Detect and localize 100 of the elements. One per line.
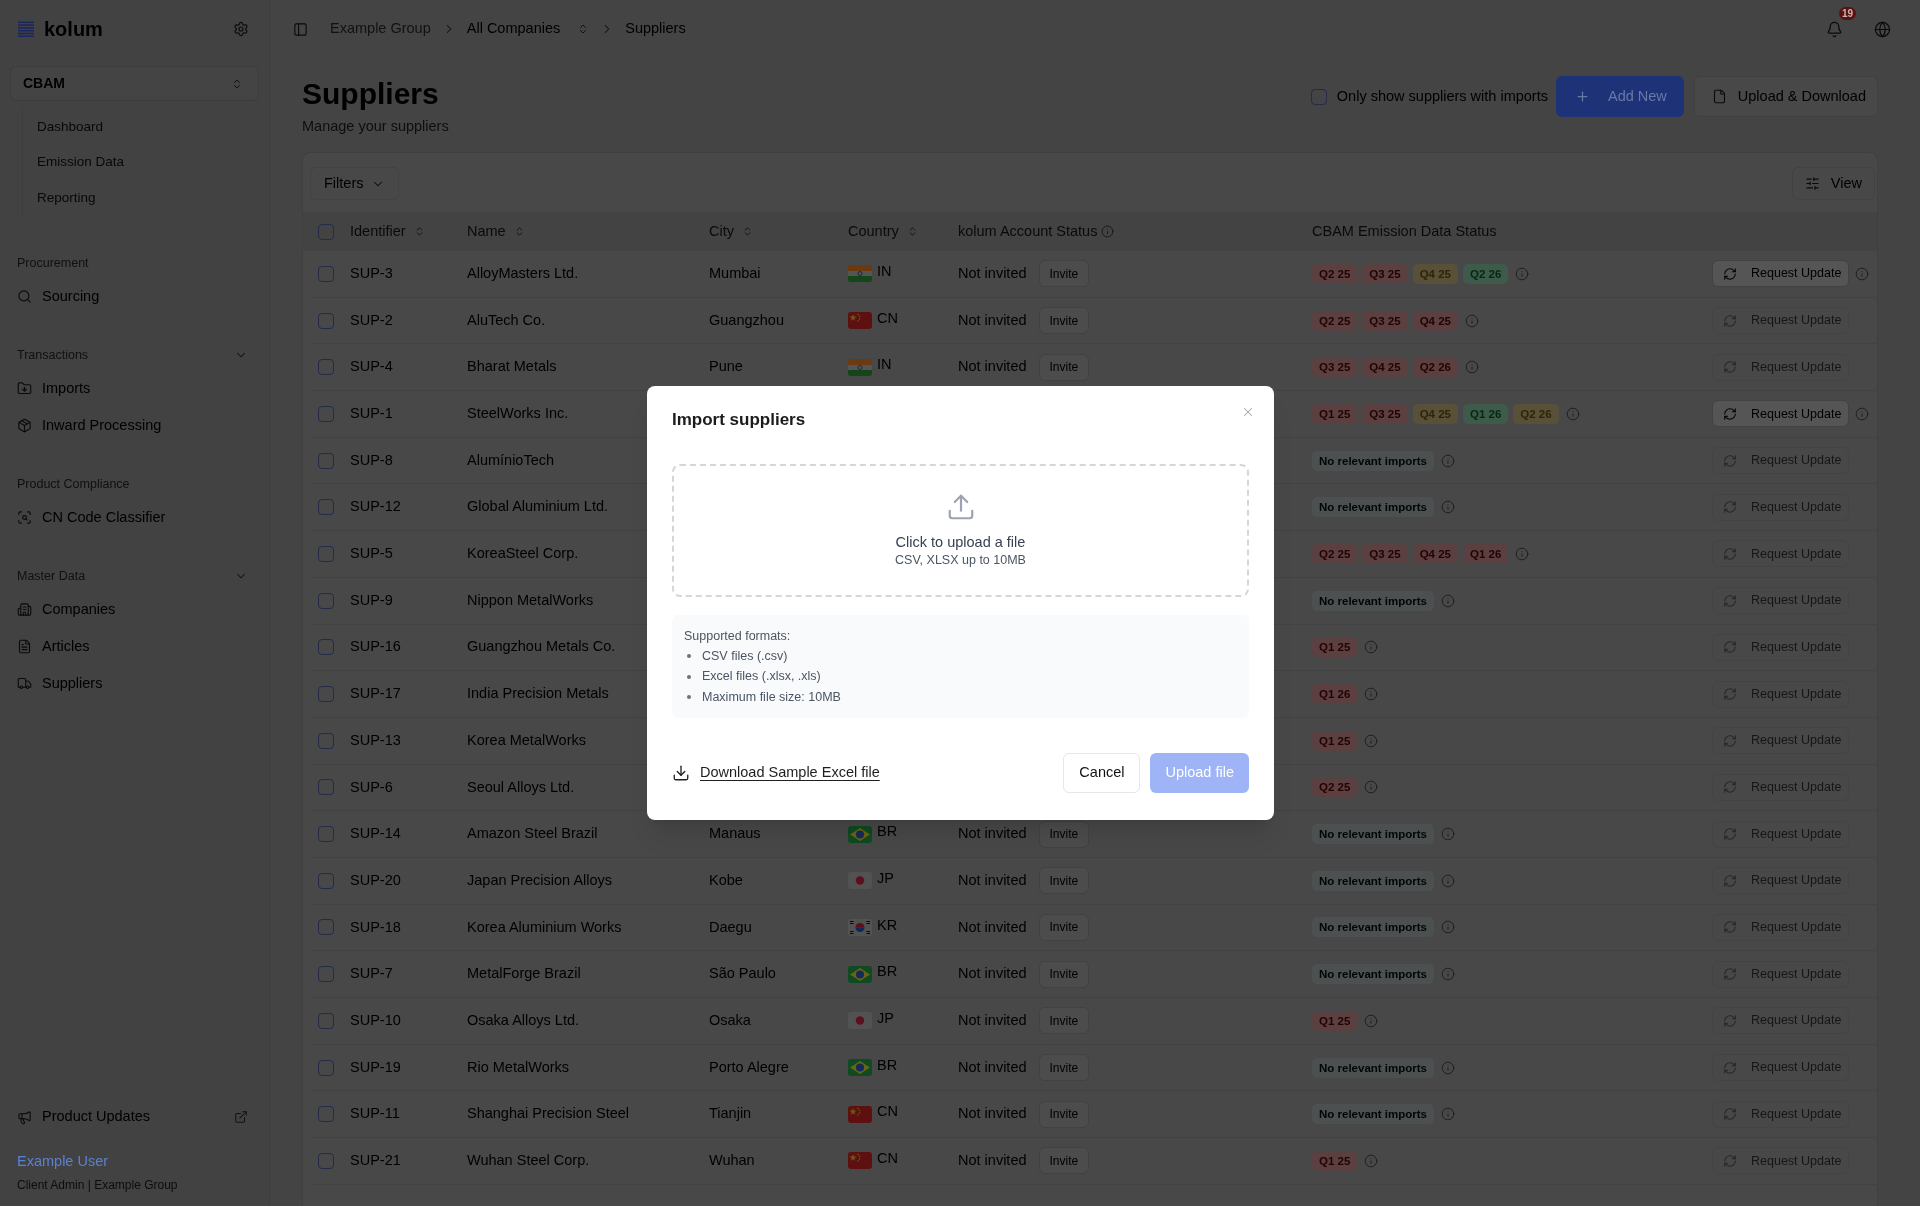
info-icon[interactable] (1441, 827, 1455, 842)
globe-icon[interactable] (1874, 20, 1891, 38)
info-icon[interactable] (1441, 1107, 1455, 1122)
info-icon[interactable] (1364, 1153, 1379, 1168)
identifier-cell-text: SUP-3 (350, 263, 393, 283)
nav-item[interactable]: Companies (10, 598, 116, 621)
row-checkbox[interactable] (318, 686, 334, 703)
row-checkbox[interactable] (318, 1106, 334, 1123)
info-icon[interactable] (1441, 593, 1455, 608)
row-checkbox[interactable] (318, 359, 334, 376)
status-badge: No relevant imports (1312, 1104, 1434, 1125)
upload-dropzone[interactable]: Click to upload a file CSV, XLSX up to 10MB (672, 464, 1249, 597)
row-checkbox[interactable] (318, 826, 334, 843)
refresh-icon (1723, 453, 1737, 468)
info-icon[interactable] (1364, 1013, 1379, 1028)
row-checkbox[interactable] (318, 499, 334, 516)
info-icon[interactable] (1364, 640, 1379, 655)
row-checkbox[interactable] (318, 592, 334, 609)
info-icon[interactable] (1465, 360, 1479, 375)
invite-button[interactable]: Invite (1038, 913, 1090, 941)
filters-button[interactable]: Filters (310, 167, 400, 200)
info-icon[interactable] (1515, 266, 1530, 281)
column-header[interactable]: Identifier (350, 220, 425, 243)
column-header[interactable]: Name (467, 220, 525, 243)
nav-item[interactable]: Suppliers (10, 672, 103, 695)
upload-download-button[interactable]: Upload & Download (1693, 76, 1878, 117)
invite-button[interactable]: Invite (1038, 960, 1090, 988)
view-button[interactable]: View (1791, 167, 1875, 200)
scan-icon (17, 510, 32, 525)
nav-item[interactable]: CN Code Classifier (10, 506, 166, 529)
module-nav-item[interactable]: Emission Data (37, 152, 125, 173)
column-header[interactable]: Country (848, 220, 918, 243)
row-checkbox[interactable] (318, 966, 334, 983)
nav-item[interactable]: Inward Processing (10, 414, 162, 437)
row-checkbox[interactable] (318, 405, 334, 422)
row-checkbox[interactable] (318, 545, 334, 562)
user-name[interactable]: Example User (17, 1151, 109, 1171)
invite-button[interactable]: Invite (1038, 1147, 1090, 1175)
row-checkbox[interactable] (318, 872, 334, 889)
request-update-button[interactable]: Request Update (1712, 260, 1850, 288)
close-icon[interactable] (1241, 405, 1255, 419)
module-nav-item[interactable]: Reporting (37, 187, 96, 208)
nav-item[interactable]: Imports (10, 377, 91, 400)
row-checkbox[interactable] (318, 452, 334, 469)
info-icon[interactable] (1441, 920, 1455, 935)
info-icon[interactable] (1855, 266, 1870, 281)
row-checkbox[interactable] (318, 1012, 334, 1029)
info-icon[interactable] (1565, 406, 1580, 421)
row-checkbox[interactable] (318, 312, 334, 329)
plus-icon (1575, 89, 1590, 104)
info-icon[interactable] (1441, 967, 1455, 982)
invite-button[interactable]: Invite (1038, 1100, 1090, 1128)
settings-icon[interactable] (233, 21, 249, 37)
info-icon[interactable] (1101, 225, 1115, 238)
row-checkbox[interactable] (318, 732, 334, 749)
account-status: Not invited (958, 263, 1027, 283)
invite-button[interactable]: Invite (1038, 867, 1090, 895)
info-icon[interactable] (1441, 873, 1455, 888)
module-select[interactable]: CBAM (10, 66, 259, 101)
notifications-icon[interactable] (1826, 20, 1843, 38)
info-icon[interactable] (1515, 546, 1530, 561)
external-link-icon[interactable] (234, 1110, 248, 1124)
info-icon[interactable] (1855, 406, 1870, 421)
row-checkbox[interactable] (318, 779, 334, 796)
info-icon[interactable] (1465, 313, 1479, 328)
info-icon[interactable] (1364, 733, 1379, 748)
module-nav-item[interactable]: Dashboard (37, 116, 104, 137)
info-icon[interactable] (1364, 687, 1379, 702)
row-checkbox[interactable] (318, 639, 334, 656)
invite-button[interactable]: Invite (1038, 1054, 1090, 1082)
invite-button[interactable]: Invite (1038, 260, 1090, 288)
download-sample-link[interactable]: Download Sample Excel file (672, 762, 880, 784)
row-checkbox[interactable] (318, 1152, 334, 1169)
invite-button[interactable]: Invite (1038, 1007, 1090, 1035)
row-checkbox[interactable] (318, 919, 334, 936)
product-updates-link[interactable]: Product Updates (17, 1106, 150, 1128)
select-all-checkbox[interactable] (318, 223, 334, 240)
request-update-button[interactable]: Request Update (1712, 400, 1850, 428)
panel-icon[interactable] (293, 21, 308, 37)
country-code: CN (877, 1102, 898, 1122)
imports-filter-checkbox[interactable] (1310, 88, 1327, 105)
info-icon[interactable] (1364, 780, 1379, 795)
info-icon[interactable] (1441, 1060, 1455, 1075)
invite-button[interactable]: Invite (1038, 307, 1090, 335)
row-checkbox[interactable] (318, 1059, 334, 1076)
cancel-button[interactable]: Cancel (1063, 753, 1141, 793)
nav-item[interactable]: Articles (10, 635, 90, 658)
invite-button[interactable]: Invite (1038, 353, 1090, 381)
info-icon[interactable] (1441, 453, 1455, 468)
row-checkbox[interactable] (318, 265, 334, 282)
logo-text: kolum (44, 19, 103, 39)
japan-flag-icon (848, 1012, 872, 1030)
invite-button[interactable]: Invite (1038, 820, 1090, 848)
nav-item[interactable]: Sourcing (10, 285, 100, 308)
info-icon[interactable] (1441, 500, 1455, 515)
column-header[interactable]: City (709, 220, 753, 243)
add-new-button[interactable]: Add New (1556, 76, 1684, 117)
status-badge: No relevant imports (1312, 964, 1434, 985)
breadcrumb-switcher[interactable]: All Companies (466, 18, 590, 40)
korea-flag-icon (848, 918, 872, 936)
